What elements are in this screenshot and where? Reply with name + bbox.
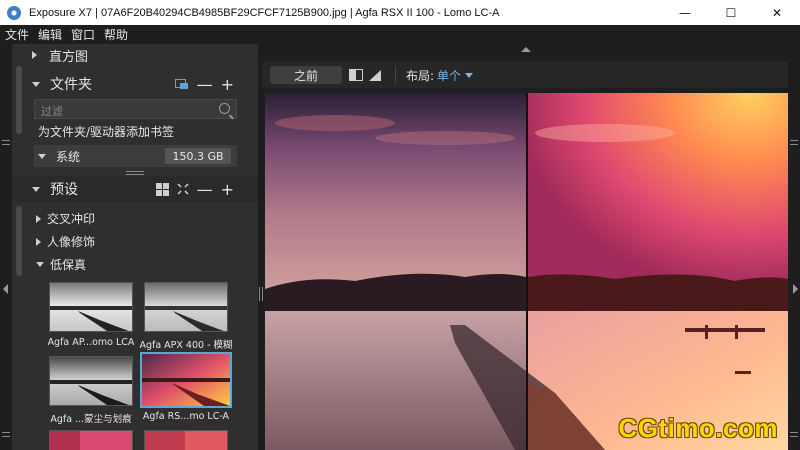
exposure-app-icon	[7, 5, 21, 20]
window-controls: — ☐ ✕	[662, 0, 800, 25]
compare-mode-icon[interactable]	[369, 69, 381, 81]
drive-row[interactable]: 系统 150.3 GB	[34, 145, 237, 167]
grid-view-icon[interactable]	[155, 182, 169, 196]
histogram-section[interactable]: 直方图	[26, 46, 238, 65]
maximize-button[interactable]: ☐	[708, 0, 754, 25]
photo-preview[interactable]: CGtimo.com	[265, 93, 788, 450]
menu-help[interactable]: 帮助	[104, 26, 128, 43]
minimize-button[interactable]: —	[662, 0, 708, 25]
presets-label: 预设	[50, 182, 78, 198]
folders-section[interactable]: 文件夹 — +	[26, 73, 238, 95]
right-edge-grip[interactable]	[790, 140, 798, 145]
preset-group-label: 低保真	[50, 258, 87, 272]
watermark-text: CGtimo.com	[618, 413, 778, 443]
add-folder-button[interactable]: +	[221, 75, 234, 94]
color-thumb-image	[145, 431, 227, 450]
preset-caption: Agfa APX 400 - 模糊	[139, 340, 233, 351]
preset-group-portrait[interactable]: 人像修饰	[36, 233, 95, 250]
view-toolbar: 之前 布局: 单个	[263, 62, 788, 88]
preset-thumbnail[interactable]	[49, 430, 133, 450]
collapse-chevron-icon	[38, 153, 46, 159]
collapse-chevron-icon	[36, 262, 44, 267]
remove-preset-button[interactable]: —	[197, 180, 213, 199]
chevron-down-icon[interactable]	[465, 72, 474, 78]
expand-chevron-icon	[32, 51, 37, 59]
panel-resize-handle[interactable]	[126, 171, 144, 175]
preset-thumbnail[interactable]	[144, 430, 228, 450]
preset-group-label: 人像修饰	[47, 235, 96, 249]
folders-scrollbar[interactable]	[16, 66, 22, 134]
expand-right-panel-icon[interactable]	[793, 284, 798, 294]
bookmark-hint[interactable]: 为文件夹/驱动器添加书签	[38, 123, 174, 140]
menu-window[interactable]: 窗口	[71, 26, 95, 43]
close-button[interactable]: ✕	[754, 0, 800, 25]
folder-add-icon[interactable]	[174, 78, 189, 90]
layout-dropdown[interactable]: 单个	[437, 67, 461, 84]
panel-splitter-handle[interactable]	[259, 287, 263, 301]
left-edge-grip[interactable]	[2, 432, 10, 437]
bw-pier-thumb-image	[50, 283, 132, 331]
preset-group-cross-process[interactable]: 交叉冲印	[36, 210, 95, 227]
lomo-color-pier-thumb-image	[142, 354, 230, 406]
preset-caption: Agfa AP...omo LCA	[47, 337, 135, 348]
add-preset-button[interactable]: +	[221, 180, 234, 199]
collapse-chevron-icon	[32, 186, 40, 192]
remove-folder-button[interactable]: —	[197, 75, 213, 94]
preset-caption: Agfa RS...mo LC-A	[142, 411, 230, 422]
layout-label: 布局:	[406, 68, 435, 83]
menu-edit[interactable]: 编辑	[38, 26, 62, 43]
toolbar-divider	[395, 66, 396, 84]
menu-bar: 文件 编辑 窗口 帮助	[0, 25, 800, 44]
before-after-divider[interactable]	[526, 93, 528, 450]
bw-blur-pier-thumb-image	[145, 283, 227, 331]
drive-name: 系统	[56, 149, 81, 164]
before-button[interactable]: 之前	[270, 66, 342, 84]
split-view-icon[interactable]	[349, 69, 363, 81]
expand-chevron-icon	[36, 237, 41, 246]
expand-chevron-icon	[36, 214, 41, 223]
folders-tools: — +	[174, 73, 234, 95]
preset-thumbnail[interactable]	[49, 356, 133, 406]
preset-thumbnail[interactable]	[144, 282, 228, 332]
expand-top-panel-icon[interactable]	[521, 47, 531, 52]
preset-caption: Agfa ...蒙尘与划痕	[50, 414, 132, 425]
bw-dust-pier-thumb-image	[50, 357, 132, 405]
drive-size: 150.3 GB	[165, 148, 231, 164]
folders-label: 文件夹	[50, 77, 92, 93]
color-thumb-image	[50, 431, 132, 450]
collapse-left-panel-icon[interactable]	[3, 284, 8, 294]
preset-thumbnail-selected[interactable]	[140, 352, 232, 408]
presets-scrollbar[interactable]	[16, 206, 22, 276]
search-icon[interactable]	[219, 103, 230, 114]
menu-file[interactable]: 文件	[5, 26, 29, 43]
left-edge-grip[interactable]	[2, 140, 10, 145]
collapse-all-icon[interactable]	[177, 183, 189, 195]
filter-input[interactable]	[35, 102, 205, 121]
right-edge-grip[interactable]	[790, 432, 798, 437]
histogram-label: 直方图	[49, 49, 89, 65]
filter-field[interactable]	[34, 99, 237, 121]
title-bar: Exposure X7 | 07A6F20B40294CB4985BF29CFC…	[0, 0, 800, 25]
preset-thumbnail[interactable]	[49, 282, 133, 332]
collapse-chevron-icon	[32, 81, 40, 87]
preset-group-label: 交叉冲印	[47, 212, 96, 226]
presets-section[interactable]: 预设 — +	[26, 178, 238, 200]
presets-tools: — +	[155, 178, 234, 200]
window-title: Exposure X7 | 07A6F20B40294CB4985BF29CFC…	[29, 6, 500, 19]
preset-group-lofi[interactable]: 低保真	[36, 256, 86, 273]
